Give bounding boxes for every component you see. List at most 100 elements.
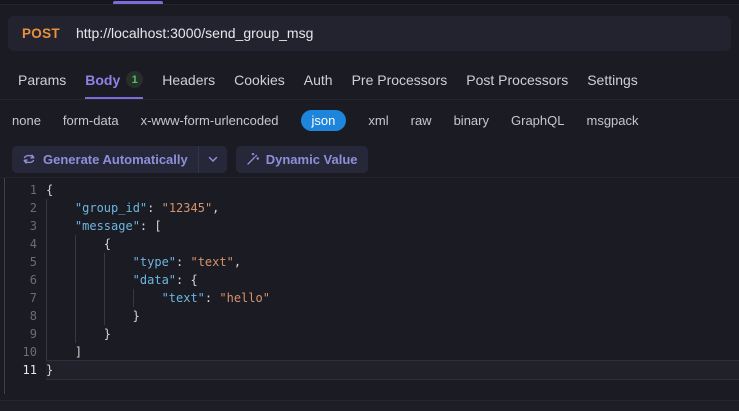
indent-guide [46,199,75,217]
code-content[interactable]: "group_id": "12345", [46,199,739,217]
indent-guide [74,253,104,271]
token-punct: { [46,183,54,197]
code-content[interactable]: "type": "text", [46,253,739,271]
dynamic-value-button[interactable]: Dynamic Value [235,145,368,173]
generate-options-dropdown[interactable] [199,146,227,173]
bottom-panel-edge [0,400,739,411]
body-type-raw[interactable]: raw [411,113,432,128]
json-body-editor[interactable]: 1{2 "group_id": "12345", 3 "message": [4{5 "… [0,177,739,379]
active-request-tab-indicator [113,1,163,4]
dynamic-value-label: Dynamic Value [265,151,358,167]
url-row: POST http://localhost:3000/send_group_ms… [0,6,739,60]
tab-label: Settings [587,71,638,88]
url-input[interactable]: http://localhost:3000/send_group_msg [76,25,313,41]
tab-post-processors[interactable]: Post Processors [466,60,568,99]
indent-guide [74,307,104,325]
generate-automatically-label: Generate Automatically [43,151,188,167]
code-line-3[interactable]: 3 "message": [ [0,217,739,235]
indent-guide [46,289,75,307]
code-content[interactable]: } [46,361,739,379]
code-line-11[interactable]: 11} [0,361,739,379]
token-punct: : { [176,273,198,287]
token-punct: { [103,237,112,251]
api-client-window: POST http://localhost:3000/send_group_ms… [0,0,739,411]
request-url-bar[interactable]: POST http://localhost:3000/send_group_ms… [8,15,731,51]
body-type-msgpack[interactable]: msgpack [586,113,638,128]
code-content[interactable]: { [46,235,739,253]
code-line-7[interactable]: 7 "text": "hello" [0,289,739,307]
token-punct: : [147,201,162,215]
token-str: "12345" [161,201,213,215]
indent-guide [103,253,133,271]
line-number: 6 [29,273,37,287]
refresh-icon [22,153,36,165]
body-type-json[interactable]: json [300,109,347,131]
tab-label: Cookies [234,71,285,88]
token-punct: : [176,255,191,269]
indent-guide [103,307,133,325]
tab-label: Headers [162,71,216,88]
indent-guide [46,307,75,325]
indent-guide [103,289,133,307]
token-str: "hello" [219,291,270,305]
code-content[interactable]: ] [46,343,739,361]
indent-guide [74,325,104,343]
token-punct: } [132,309,140,323]
code-line-5[interactable]: 5 "type": "text", [0,253,739,271]
tab-pre-processors[interactable]: Pre Processors [352,60,448,99]
token-punct: } [103,327,112,341]
body-type-selector: none form-data x-www-form-urlencoded json xm… [0,101,739,139]
tab-params[interactable]: Params [18,60,66,99]
tab-settings[interactable]: Settings [587,60,638,99]
line-number: 11 [22,363,37,377]
line-number: 1 [29,183,37,197]
code-line-1[interactable]: 1{ [0,181,739,199]
code-content[interactable]: } [46,307,739,325]
method-selector[interactable]: POST [22,26,60,41]
token-key: "text" [161,291,205,305]
code-line-8[interactable]: 8} [0,307,739,325]
code-content[interactable]: "text": "hello" [46,289,739,307]
code-content[interactable]: "data": { [46,271,739,289]
token-punct: } [46,363,54,377]
request-section-tabs: Params Body 1 Headers Cookies Auth Pre Process… [0,60,739,100]
body-type-xml[interactable]: xml [368,113,388,128]
tab-auth[interactable]: Auth [304,60,333,99]
indent-guide [46,325,75,343]
body-type-form-data[interactable]: form-data [63,113,119,128]
body-toolbar: Generate Automatically Dynamic Value [0,140,739,178]
line-number: 8 [29,309,37,323]
generate-automatically-button[interactable]: Generate Automatically [12,145,227,173]
generate-automatically-main[interactable]: Generate Automatically [12,146,198,173]
indent-guide [74,289,104,307]
line-number: 2 [29,201,37,215]
indent-guide [46,217,75,235]
code-content[interactable]: "message": [ [46,217,739,235]
tab-headers[interactable]: Headers [162,60,215,99]
tab-label: Body [85,71,121,88]
code-line-9[interactable]: 9} [0,325,739,343]
panel-edge-line [4,178,5,394]
body-type-binary[interactable]: binary [454,113,489,128]
body-type-x-www-form-urlencoded[interactable]: x-www-form-urlencoded [141,113,279,128]
body-type-graphql[interactable]: GraphQL [511,113,564,128]
code-content[interactable]: } [46,325,739,343]
tab-label: Params [18,71,67,88]
body-type-none[interactable]: none [12,113,41,128]
line-number: 9 [29,327,37,341]
tab-cookies[interactable]: Cookies [234,60,285,99]
tab-body[interactable]: Body 1 [85,60,144,99]
indent-guide [103,271,133,289]
code-line-10[interactable]: 10] [0,343,739,361]
token-punct: : [204,291,220,305]
token-key: "data" [132,273,177,287]
request-tab-strip [0,0,739,5]
code-line-2[interactable]: 2 "group_id": "12345", [0,199,739,217]
code-line-4[interactable]: 4{ [0,235,739,253]
indent-guide [74,235,104,253]
code-line-6[interactable]: 6 "data": { [0,271,739,289]
code-content[interactable]: { [46,181,739,199]
token-key: "group_id" [74,201,148,215]
indent-guide [46,343,75,361]
line-number: 5 [29,255,37,269]
